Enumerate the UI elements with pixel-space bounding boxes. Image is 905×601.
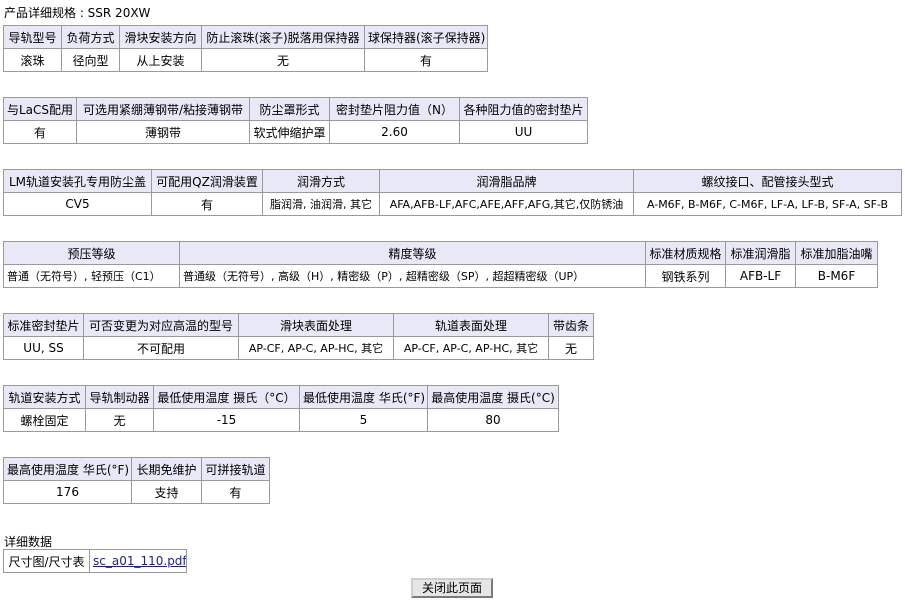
pdf-download-link[interactable]: sc_a01_110.pdf	[93, 554, 186, 568]
cell-min-temp-f: 5	[299, 408, 428, 432]
header-rack: 带齿条	[548, 313, 594, 337]
table-row: CV5 有 脂润滑, 油润滑, 其它 AFA,AFB-LF,AFC,AFE,AF…	[3, 192, 902, 216]
cell-std-nipple: B-M6F	[795, 264, 878, 288]
header-rail-cap: LM轨道安装孔专用防尘盖	[3, 169, 152, 193]
header-max-temp-f: 最高使用温度 华氏(°F)	[3, 457, 132, 481]
cell-material: 钢铁系列	[645, 264, 726, 288]
cell-ball-cage: 有	[364, 48, 488, 72]
cell-rail-model: 滚珠	[3, 48, 62, 72]
header-std-nipple: 标准加脂油嘴	[795, 241, 878, 265]
cell-rail-surface: AP-CF, AP-C, AP-HC, 其它	[393, 336, 549, 360]
table-header-row: 与LaCS配用 可选用紧绷薄钢带/粘接薄钢带 防尘罩形式 密封垫片阻力值（N） …	[3, 97, 588, 121]
header-accuracy: 精度等级	[179, 241, 646, 265]
cell-max-temp-f: 176	[3, 480, 132, 504]
cell-fitting-type: A-M6F, B-M6F, C-M6F, LF-A, LF-B, SF-A, S…	[633, 192, 902, 216]
header-seal-types: 各种阻力值的密封垫片	[459, 97, 588, 121]
header-rail-surface: 轨道表面处理	[393, 313, 549, 337]
header-rail-mounting: 轨道安装方式	[3, 385, 86, 409]
cell-rail-mounting: 螺栓固定	[3, 408, 86, 432]
cell-grease-brand: AFA,AFB-LF,AFC,AFE,AFF,AFG,其它,仅防锈油	[379, 192, 634, 216]
cell-high-temp: 不可配用	[83, 336, 239, 360]
header-qz-lubricator: 可配用QZ润滑装置	[151, 169, 263, 193]
cell-rail-brake: 无	[85, 408, 154, 432]
spec-table-7: 最高使用温度 华氏(°F) 长期免维护 可拼接轨道 176 支持 有	[3, 457, 270, 504]
spec-table-4: 预压等级 精度等级 标准材质规格 标准润滑脂 标准加脂油嘴 普通（无符号）, 轻…	[3, 241, 878, 288]
dimension-drawing-cell: sc_a01_110.pdf	[89, 549, 187, 573]
cell-block-mount-direction: 从上安装	[119, 48, 202, 72]
spec-table-3: LM轨道安装孔专用防尘盖 可配用QZ润滑装置 润滑方式 润滑脂品牌 螺纹接口、配…	[3, 169, 902, 216]
cell-lubrication-method: 脂润滑, 油润滑, 其它	[262, 192, 380, 216]
cell-rail-cap: CV5	[3, 192, 152, 216]
detail-data-label: 详细数据	[4, 535, 53, 549]
table-row: 176 支持 有	[3, 480, 270, 504]
spec-table-1: 导轨型号 负荷方式 滑块安装方向 防止滚珠(滚子)脱落用保持器 球保持器(滚子保…	[3, 25, 488, 72]
spec-table-6: 轨道安装方式 导轨制动器 最低使用温度 摄氏（°C） 最低使用温度 华氏(°F)…	[3, 385, 559, 432]
header-maintenance-free: 长期免维护	[131, 457, 202, 481]
header-lubrication-method: 润滑方式	[262, 169, 380, 193]
header-block-mount-direction: 滑块安装方向	[119, 25, 202, 49]
table-row: UU, SS 不可配用 AP-CF, AP-C, AP-HC, 其它 AP-CF…	[3, 336, 594, 360]
cell-std-seal: UU, SS	[3, 336, 84, 360]
cell-lacs: 有	[3, 120, 77, 144]
cell-butt-joint: 有	[201, 480, 270, 504]
header-max-temp-c: 最高使用温度 摄氏(°C)	[427, 385, 559, 409]
header-fitting-type: 螺纹接口、配管接头型式	[633, 169, 902, 193]
header-ball-retainer-drop: 防止滚珠(滚子)脱落用保持器	[201, 25, 365, 49]
page-title: 产品详细规格 : SSR 20XW	[4, 6, 151, 20]
cell-maintenance-free: 支持	[131, 480, 202, 504]
header-grease-brand: 润滑脂品牌	[379, 169, 634, 193]
cell-qz-lubricator: 有	[151, 192, 263, 216]
spec-table-5: 标准密封垫片 可否变更为对应高温的型号 滑块表面处理 轨道表面处理 带齿条 UU…	[3, 313, 594, 360]
cell-std-grease: AFB-LF	[725, 264, 796, 288]
cell-block-surface: AP-CF, AP-C, AP-HC, 其它	[238, 336, 394, 360]
header-load-type: 负荷方式	[61, 25, 120, 49]
detail-table: 尺寸图/尺寸表 sc_a01_110.pdf	[3, 549, 187, 573]
cell-seal-resistance: 2.60	[329, 120, 460, 144]
header-rail-brake: 导轨制动器	[85, 385, 154, 409]
spec-table-2: 与LaCS配用 可选用紧绷薄钢带/粘接薄钢带 防尘罩形式 密封垫片阻力值（N） …	[3, 97, 588, 144]
cell-seal-types: UU	[459, 120, 588, 144]
close-page-button[interactable]: 关闭此页面	[411, 578, 493, 598]
header-lacs: 与LaCS配用	[3, 97, 77, 121]
table-header-row: 标准密封垫片 可否变更为对应高温的型号 滑块表面处理 轨道表面处理 带齿条	[3, 313, 594, 337]
table-row: 滚珠 径向型 从上安装 无 有	[3, 48, 488, 72]
header-material: 标准材质规格	[645, 241, 726, 265]
table-header-row: LM轨道安装孔专用防尘盖 可配用QZ润滑装置 润滑方式 润滑脂品牌 螺纹接口、配…	[3, 169, 902, 193]
header-std-seal: 标准密封垫片	[3, 313, 84, 337]
header-min-temp-c: 最低使用温度 摄氏（°C）	[153, 385, 300, 409]
dimension-drawing-label: 尺寸图/尺寸表	[3, 549, 90, 573]
header-seal-resistance: 密封垫片阻力值（N）	[329, 97, 460, 121]
cell-load-type: 径向型	[61, 48, 120, 72]
header-high-temp: 可否变更为对应高温的型号	[83, 313, 239, 337]
header-rail-model: 导轨型号	[3, 25, 62, 49]
table-row: 螺栓固定 无 -15 5 80	[3, 408, 559, 432]
header-min-temp-f: 最低使用温度 华氏(°F)	[299, 385, 428, 409]
header-butt-joint: 可拼接轨道	[201, 457, 270, 481]
cell-dust-cover: 软式伸缩护罩	[249, 120, 330, 144]
cell-min-temp-c: -15	[153, 408, 300, 432]
table-header-row: 预压等级 精度等级 标准材质规格 标准润滑脂 标准加脂油嘴	[3, 241, 878, 265]
cell-max-temp-c: 80	[427, 408, 559, 432]
table-header-row: 轨道安装方式 导轨制动器 最低使用温度 摄氏（°C） 最低使用温度 华氏(°F)…	[3, 385, 559, 409]
cell-ball-retainer-drop: 无	[201, 48, 365, 72]
table-header-row: 最高使用温度 华氏(°F) 长期免维护 可拼接轨道	[3, 457, 270, 481]
table-row: 有 薄钢带 软式伸缩护罩 2.60 UU	[3, 120, 588, 144]
header-steel-band: 可选用紧绷薄钢带/粘接薄钢带	[76, 97, 250, 121]
table-header-row: 导轨型号 负荷方式 滑块安装方向 防止滚珠(滚子)脱落用保持器 球保持器(滚子保…	[3, 25, 488, 49]
cell-rack: 无	[548, 336, 594, 360]
cell-steel-band: 薄钢带	[76, 120, 250, 144]
table-row: 普通（无符号）, 轻预压（C1） 普通级（无符号）, 高级（H）, 精密级（P）…	[3, 264, 878, 288]
header-preload: 预压等级	[3, 241, 180, 265]
header-std-grease: 标准润滑脂	[725, 241, 796, 265]
cell-preload: 普通（无符号）, 轻预压（C1）	[3, 264, 180, 288]
table-row: 尺寸图/尺寸表 sc_a01_110.pdf	[3, 549, 187, 573]
header-block-surface: 滑块表面处理	[238, 313, 394, 337]
header-dust-cover: 防尘罩形式	[249, 97, 330, 121]
cell-accuracy: 普通级（无符号）, 高级（H）, 精密级（P）, 超精密级（SP）, 超超精密级…	[179, 264, 646, 288]
header-ball-cage: 球保持器(滚子保持器)	[364, 25, 488, 49]
